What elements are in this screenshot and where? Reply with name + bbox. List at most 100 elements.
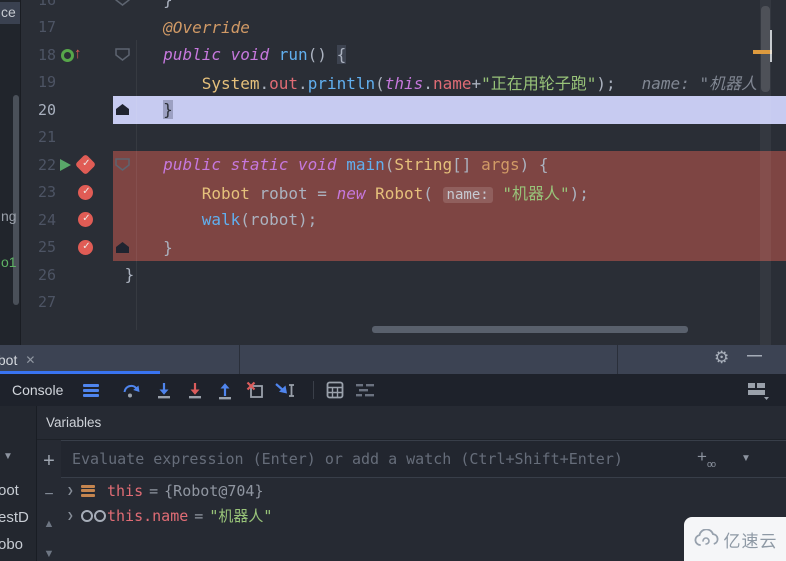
line-breakpoint-icon[interactable]: ✓ [78, 239, 93, 255]
gutter[interactable] [56, 261, 113, 289]
trace-stream-icon[interactable] [354, 379, 376, 401]
step-out-icon[interactable] [214, 379, 236, 401]
gear-icon[interactable]: ⚙ [714, 348, 729, 368]
method-breakpoint-icon[interactable]: ✓ [74, 153, 97, 176]
code-line-22[interactable]: 22 ✓ public static void main(String[] arg… [20, 151, 786, 179]
layout-settings-icon[interactable] [745, 379, 769, 401]
project-panel-scrollbar[interactable] [13, 95, 19, 305]
remove-watch-button[interactable]: − [37, 486, 61, 504]
code-lines: 16 }17 @Override18↑ public void run() {1… [20, 0, 786, 316]
gutter[interactable]: ✓ [56, 179, 113, 207]
indent-guide [136, 40, 137, 330]
step-into-icon[interactable] [153, 379, 175, 401]
gutter[interactable] [56, 69, 113, 97]
code-line-16[interactable]: 16 } [20, 0, 786, 14]
inline-debugger-hint: name: "机器人 [641, 74, 758, 94]
code-line-17[interactable]: 17 @Override [20, 14, 786, 42]
chevron-down-icon[interactable]: ▼ [3, 451, 13, 462]
breakpoint-line-highlight: walk(robot); [113, 206, 786, 234]
cloud-logo-icon [694, 529, 718, 546]
fold-end-icon[interactable] [115, 103, 130, 121]
line-number: 27 [37, 293, 56, 312]
code-band [113, 124, 786, 152]
variables-tree: ❯ this = {Robot@704} ❯ this.name = "机器人" [61, 478, 786, 528]
ide-window: 16 }17 @Override18↑ public void run() {1… [0, 0, 786, 561]
code-line-25[interactable]: 25 ✓ } [20, 233, 786, 262]
debug-toolbar: Console [0, 374, 786, 407]
code-band: } [113, 261, 786, 289]
code-line-27[interactable]: 27 [20, 289, 786, 317]
frame-item[interactable]: oot [0, 482, 19, 499]
add-to-watches-icon[interactable]: + oo [697, 448, 719, 470]
gutter[interactable]: ↑ [56, 41, 113, 69]
variables-panel-title: Variables [46, 415, 102, 430]
step-over-icon[interactable] [120, 379, 142, 401]
fold-start-icon[interactable] [115, 158, 130, 176]
line-number: 19 [37, 73, 56, 92]
frame-item[interactable]: estD [0, 509, 29, 526]
run-main-icon[interactable] [60, 159, 71, 171]
code-line-19[interactable]: 19 System.out.println(this.name+"正在用轮子跑"… [20, 69, 786, 97]
code-line-26[interactable]: 26 } [20, 261, 786, 289]
editor-horizontal-scrollbar-thumb[interactable] [372, 326, 688, 333]
chevron-down-icon[interactable]: ▼ [741, 453, 751, 464]
move-watch-down-button[interactable]: ▼ [37, 548, 61, 560]
code-line-20[interactable]: 20 } [20, 96, 786, 124]
gutter[interactable]: ✓ [56, 151, 113, 179]
gutter[interactable]: ✓ [56, 206, 113, 234]
gutter[interactable] [56, 124, 113, 152]
code-line-21[interactable]: 21 [20, 124, 786, 152]
header-divider [239, 345, 240, 374]
evaluate-calculator-icon[interactable] [324, 379, 346, 401]
code-band: public void run() { [113, 41, 786, 69]
debug-session-tab[interactable]: Robot ✕ [0, 345, 41, 374]
code-line-18[interactable]: 18 ↑ public void run() { [20, 41, 786, 69]
tab-console[interactable]: Console [12, 374, 63, 406]
code-line-24[interactable]: 24 ✓ walk(robot); [20, 206, 786, 234]
force-step-into-icon[interactable] [184, 379, 206, 401]
project-tree-item[interactable]: ng [1, 208, 20, 224]
debugger-body: ▼ oot estD obo Variables + − ▲ ▼ +oo ▼ ❯ this =… [0, 406, 786, 561]
move-watch-up-button[interactable]: ▲ [37, 518, 61, 530]
line-breakpoint-icon[interactable]: ✓ [78, 212, 93, 227]
gutter[interactable] [56, 289, 113, 317]
evaluate-expression-input[interactable] [70, 449, 786, 469]
code-editor[interactable]: 16 }17 @Override18↑ public void run() {1… [20, 0, 786, 345]
line-breakpoint-icon[interactable]: ✓ [78, 184, 93, 200]
fold-start-icon[interactable] [115, 0, 130, 11]
variable-row[interactable]: ❯ this.name = "机器人" [61, 503, 786, 528]
drop-frame-icon[interactable] [244, 379, 266, 401]
expand-chevron-icon[interactable]: ❯ [67, 484, 81, 497]
hide-toolwindow-icon[interactable]: — [747, 347, 762, 364]
line-number: 24 [37, 210, 56, 229]
gutter[interactable] [56, 0, 113, 14]
code-text: public static void main(String[] args) { [163, 155, 549, 175]
gutter[interactable] [56, 14, 113, 42]
line-number: 23 [37, 183, 56, 202]
variable-name: this.name [107, 506, 189, 525]
project-panel-edge[interactable]: ce ng o1 [0, 0, 21, 345]
editor-vertical-scrollbar-thumb[interactable] [761, 6, 770, 92]
fold-end-icon[interactable] [115, 241, 130, 259]
frames-panel[interactable]: ▼ oot estD obo [0, 406, 37, 561]
line-number: 25 [37, 238, 56, 257]
navigate-up-icon[interactable]: ↑ [74, 44, 82, 64]
close-icon[interactable]: ✕ [25, 353, 35, 367]
gutter[interactable] [56, 96, 113, 124]
run-to-cursor-icon[interactable] [274, 379, 296, 401]
overrides-method-icon[interactable] [61, 49, 74, 62]
add-watch-button[interactable]: + [37, 450, 61, 473]
frame-item[interactable]: obo [0, 536, 23, 553]
line-number: 26 [37, 265, 56, 284]
variable-row[interactable]: ❯ this = {Robot@704} [61, 478, 786, 503]
expand-chevron-icon[interactable]: ❯ [67, 509, 81, 522]
line-number: 18 [37, 45, 56, 64]
fold-start-icon[interactable] [115, 48, 130, 66]
project-tree-item[interactable]: o1 [1, 254, 20, 270]
project-tree-item[interactable]: ce [1, 4, 20, 20]
gutter[interactable]: ✓ [56, 234, 113, 262]
evaluate-expression-row: +oo ▼ [61, 440, 786, 478]
code-text: @Override [163, 17, 250, 37]
code-line-23[interactable]: 23 ✓ Robot robot = new Robot( name: "机器人"… [20, 178, 786, 207]
hamburger-icon[interactable] [80, 379, 102, 401]
